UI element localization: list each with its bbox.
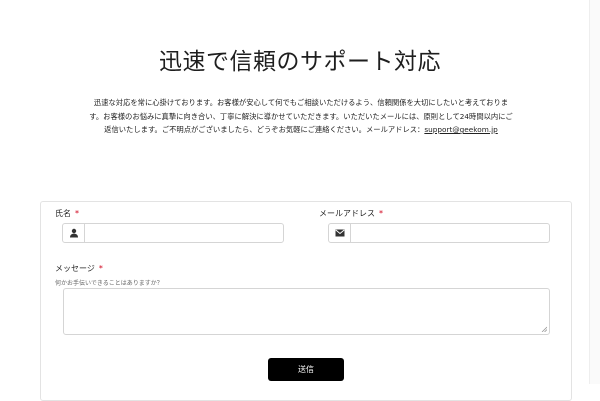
message-label-text: メッセージ [55,264,95,273]
message-hint: 何かお手伝いできることはありますか？ [55,280,163,287]
name-field [62,223,284,243]
email-input[interactable] [351,224,549,242]
required-asterisk: * [75,209,79,218]
user-icon [63,224,85,242]
required-asterisk: * [379,209,383,218]
email-label: メールアドレス * [319,208,383,219]
resize-grip-icon[interactable] [541,326,547,332]
name-label-text: 氏名 [55,209,71,218]
name-input[interactable] [85,224,283,242]
envelope-icon [329,224,351,242]
message-label: メッセージ * [55,263,103,274]
page-scrollbar[interactable] [589,0,600,384]
email-field [328,223,550,243]
submit-button[interactable]: 送信 [268,358,344,381]
page-title: 迅速で信頼のサポート対応 [159,49,441,75]
message-textarea[interactable] [63,288,550,335]
support-email-link[interactable]: support@geekom.jp [424,125,497,134]
name-label: 氏名 * [55,208,79,219]
email-label-text: メールアドレス [319,209,375,218]
intro-text: 迅速な対応を常に心掛けております。お客様が安心して何でもご相談いただけるよう、信… [88,96,514,137]
required-asterisk: * [98,264,103,273]
